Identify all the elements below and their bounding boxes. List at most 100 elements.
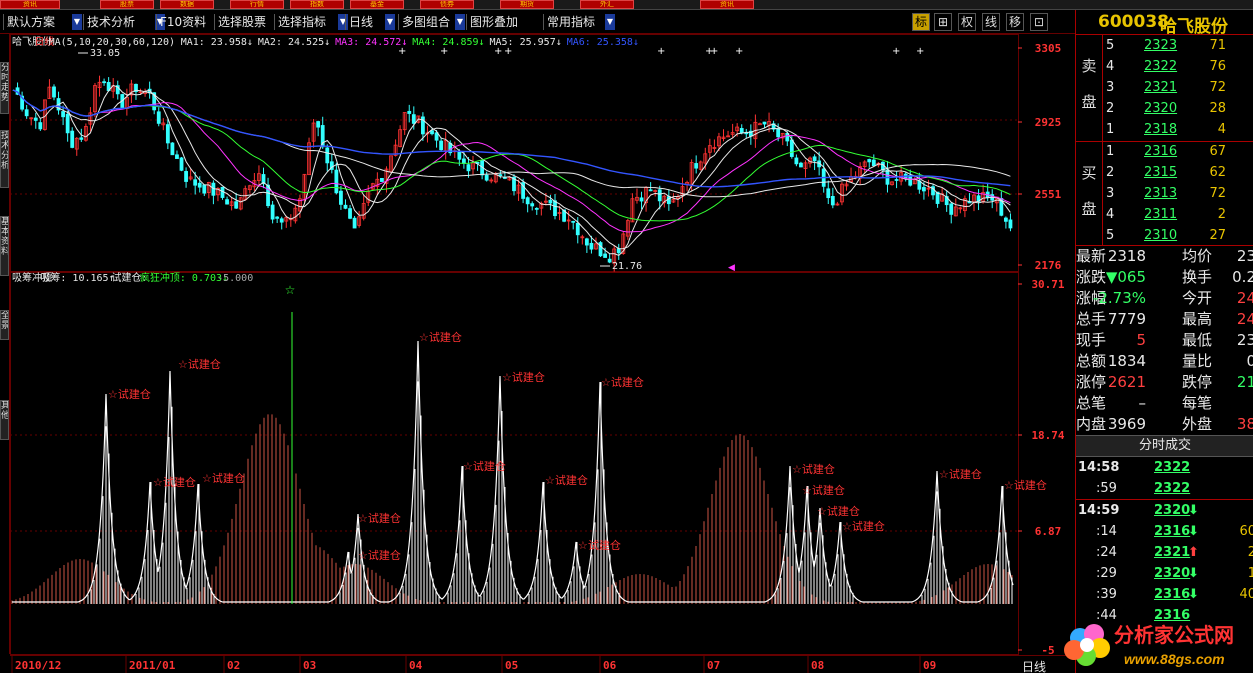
- toolbar-right-button[interactable]: 移: [1006, 13, 1024, 31]
- signal-label: ☆试建仓: [419, 330, 462, 344]
- chevron-down-icon[interactable]: ▼: [338, 14, 348, 30]
- tick-row: 14:59 2320 ⬇: [1076, 500, 1253, 521]
- left-tab-3[interactable]: 全景: [0, 310, 9, 340]
- toolbar-item-3[interactable]: 选择股票: [218, 12, 266, 32]
- level-price: 2311: [1144, 207, 1178, 222]
- top-menu-button[interactable]: 期货: [500, 0, 554, 9]
- tick-time: 14:58: [1078, 460, 1120, 475]
- quote-row: 总笔 – 每笔: [1076, 393, 1253, 414]
- event-marker[interactable]: +: [440, 46, 448, 57]
- toolbar-separator: [543, 14, 544, 30]
- level-price: 2316: [1144, 144, 1178, 159]
- toolbar-right-button[interactable]: 线: [982, 13, 1000, 31]
- event-marker[interactable]: +: [398, 46, 406, 57]
- left-tab-4[interactable]: 其他: [0, 400, 9, 440]
- top-menu-button[interactable]: 股票: [100, 0, 154, 9]
- buy-side-label: 买盘: [1076, 142, 1102, 242]
- signal-label: ☆试建仓: [463, 459, 506, 473]
- top-menu-button[interactable]: 外汇: [580, 0, 634, 9]
- toolbar-item-5[interactable]: 日线: [349, 12, 373, 32]
- quote-label: 总额: [1076, 352, 1107, 370]
- ma-value-3: MA3: 24.572↓: [335, 37, 407, 48]
- tick-volume: 40: [1239, 587, 1253, 602]
- flower-icon: [1064, 624, 1110, 666]
- toolbar-right-button[interactable]: ⊞: [934, 13, 952, 31]
- x-axis-label: 02: [227, 659, 240, 672]
- x-axis-label: 08: [811, 659, 824, 672]
- marker-icon: ◀: [728, 263, 735, 273]
- quote-row: 涨跌▼065 换手 0.2: [1076, 267, 1253, 288]
- signal-label: ☆试建仓: [578, 538, 621, 552]
- toolbar-separator: [345, 14, 346, 30]
- quote-value: 23: [1236, 331, 1253, 349]
- period-label[interactable]: 日线: [1022, 660, 1046, 673]
- quote-label: 量比: [1182, 352, 1213, 370]
- site-logo: 分析家公式网 www.88gs.com: [1064, 623, 1234, 667]
- event-marker[interactable]: +: [916, 46, 924, 57]
- event-marker[interactable]: +: [494, 46, 502, 57]
- quote-row: 涨幅-2.73%今开24: [1076, 288, 1253, 309]
- level-price: 2318: [1144, 122, 1178, 137]
- level-volume: 72: [1209, 186, 1226, 201]
- quote-label: 均价: [1182, 247, 1213, 265]
- tick-price: 2316: [1154, 524, 1191, 539]
- top-menu-button[interactable]: 数据: [160, 0, 214, 9]
- ma-value-6: MA6: 25.358↓: [567, 37, 639, 48]
- tick-volume: 2: [1248, 542, 1253, 563]
- level-price: 2323: [1144, 38, 1178, 53]
- toolbar-item-8[interactable]: 常用指标: [547, 12, 595, 32]
- event-marker[interactable]: +: [892, 46, 900, 57]
- toolbar-separator: [3, 14, 4, 30]
- toolbar-separator: [156, 14, 157, 30]
- order-book-row: 5 2323 71: [1102, 36, 1253, 56]
- event-marker[interactable]: +: [657, 46, 665, 57]
- quote-row: 最新2318 均价 23: [1076, 246, 1253, 267]
- event-marker[interactable]: +: [504, 46, 512, 57]
- top-menu-button[interactable]: 资讯: [0, 0, 60, 9]
- level-num: 4: [1106, 59, 1115, 74]
- level-price: 2313: [1144, 186, 1178, 201]
- x-axis-label: 2010/12: [15, 659, 61, 672]
- arrow-down-icon: ⬇: [1188, 503, 1199, 518]
- toolbar-item-1[interactable]: 技术分析: [87, 12, 135, 32]
- left-tab-0[interactable]: 分时走势: [0, 62, 9, 114]
- top-menu-button[interactable]: 债券: [420, 0, 474, 9]
- top-menu-button[interactable]: 行情: [230, 0, 284, 9]
- top-menu-button[interactable]: 资讯: [700, 0, 754, 9]
- left-tab-2[interactable]: 基本资料: [0, 216, 9, 276]
- toolbar-right-button[interactable]: ⊡: [1030, 13, 1048, 31]
- level-volume: 71: [1209, 38, 1226, 53]
- top-menu-button[interactable]: 基金: [350, 0, 404, 9]
- ma-value-4: MA4: 24.859↓: [412, 37, 484, 48]
- ticks-title: 分时成交: [1076, 435, 1253, 457]
- toolbar-right-button[interactable]: 权: [958, 13, 976, 31]
- indicator-value-3: -5.000: [217, 273, 253, 284]
- level-price: 2310: [1144, 228, 1178, 243]
- chevron-down-icon[interactable]: ▼: [385, 14, 395, 30]
- tick-volume: 60: [1239, 524, 1253, 539]
- top-menu-button[interactable]: 指数: [290, 0, 344, 9]
- toolbar-item-7[interactable]: 图形叠加: [470, 12, 518, 32]
- level-price: 2320: [1144, 101, 1178, 116]
- chevron-down-icon[interactable]: ▼: [605, 14, 615, 30]
- left-tab-strip: 分时走势技术分析基本资料全景其他: [0, 34, 10, 654]
- level-volume: 27: [1209, 228, 1226, 243]
- event-marker[interactable]: +: [710, 46, 718, 57]
- high-price-label: 33.05: [90, 48, 120, 59]
- y-axis-label: 3305: [1035, 42, 1062, 55]
- chevron-down-icon[interactable]: ▼: [72, 14, 82, 30]
- toolbar-item-2[interactable]: F10资料: [160, 12, 206, 32]
- event-marker[interactable]: +: [735, 46, 743, 57]
- order-book-row: 3 2313 72: [1102, 184, 1253, 204]
- toolbar-item-0[interactable]: 默认方案: [7, 12, 55, 32]
- toolbar: 默认方案 ▼ 技术分析 ▼ F10资料 选择股票 选择指标 ▼ 日线 ▼ 多图组合 ▼ 图形叠加 常用指标…: [0, 10, 1075, 34]
- chevron-down-icon[interactable]: ▼: [455, 14, 465, 30]
- toolbar-right-button[interactable]: 标: [912, 13, 930, 31]
- level-num: 2: [1106, 165, 1115, 180]
- quote-value: 3969: [1107, 415, 1146, 433]
- chart-area[interactable]: 哈飞股份日线MA(5,10,20,30,60,120) MA1: 23.958↓ M…: [10, 34, 1075, 673]
- tick-row: :29 2320⬇ 1: [1076, 563, 1253, 584]
- left-tab-1[interactable]: 技术分析: [0, 130, 9, 188]
- toolbar-item-4[interactable]: 选择指标: [278, 12, 326, 32]
- toolbar-item-6[interactable]: 多图组合: [402, 12, 450, 32]
